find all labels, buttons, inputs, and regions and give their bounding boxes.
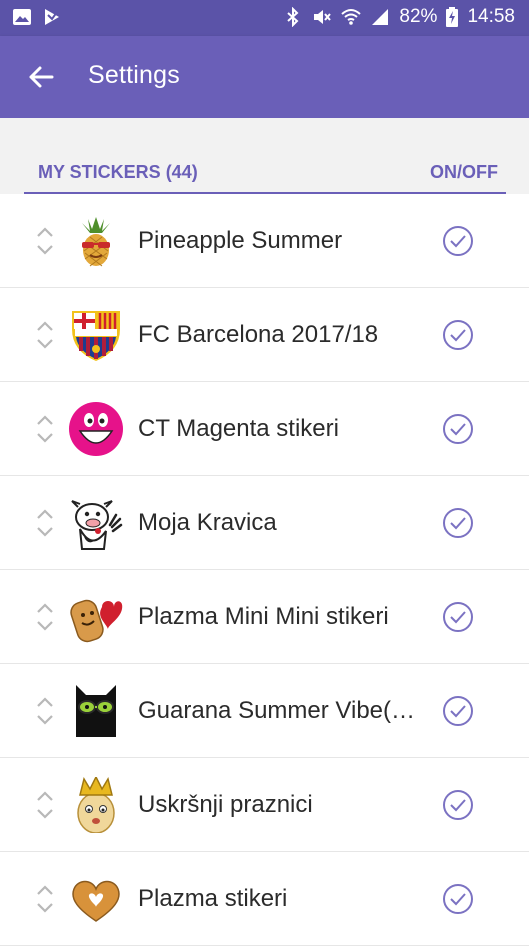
section-header-area: MY STICKERS (44) ON/OFF: [0, 118, 529, 194]
sticker-row[interactable]: FC Barcelona 2017/18: [0, 288, 529, 382]
drag-handle-icon[interactable]: [34, 882, 56, 916]
app-bar: Settings: [0, 36, 529, 118]
bluetooth-icon: [287, 7, 299, 27]
check-circle-icon[interactable]: [442, 319, 474, 351]
on-off-header: ON/OFF: [430, 162, 498, 182]
section-header: MY STICKERS (44) ON/OFF: [24, 158, 506, 194]
drag-handle-icon[interactable]: [34, 506, 56, 540]
sticker-name: Guarana Summer Vibe(…: [138, 697, 416, 724]
sticker-name: Moja Kravica: [138, 509, 277, 536]
sticker-name: Plazma stikeri: [138, 885, 288, 912]
cow-sticker: [71, 500, 123, 550]
sticker-name: Plazma Mini Mini stikeri: [138, 603, 389, 630]
check-circle-icon[interactable]: [442, 225, 474, 257]
pineapple-sticker: [82, 217, 110, 267]
clock: 14:58: [467, 6, 515, 27]
page-title: Settings: [88, 61, 180, 89]
drag-handle-icon[interactable]: [34, 788, 56, 822]
magenta-smiley-sticker: [69, 402, 123, 456]
sticker-name: CT Magenta stikeri: [138, 415, 339, 442]
sticker-row[interactable]: Plazma Mini Mini stikeri: [0, 570, 529, 664]
black-cat-sunglasses-sticker: [76, 685, 116, 737]
signal-icon: [372, 9, 389, 25]
check-circle-icon[interactable]: [442, 601, 474, 633]
egg-crown-sticker: [77, 777, 115, 833]
battery-percent: 82%: [399, 6, 438, 27]
image-icon: [13, 9, 31, 25]
check-circle-icon[interactable]: [442, 695, 474, 727]
sticker-row[interactable]: Uskršnji praznici: [0, 758, 529, 852]
sticker-row[interactable]: Pineapple Summer: [0, 194, 529, 288]
sticker-name: FC Barcelona 2017/18: [138, 321, 379, 348]
sticker-name: Uskršnji praznici: [138, 791, 313, 818]
drag-handle-icon[interactable]: [34, 412, 56, 446]
check-circle-icon[interactable]: [442, 883, 474, 915]
mute-icon: [314, 10, 332, 24]
plazma-biscuit-sticker: [70, 599, 123, 643]
sticker-row[interactable]: CT Magenta stikeri: [0, 382, 529, 476]
check-circle-icon[interactable]: [442, 413, 474, 445]
section-title: MY STICKERS (44): [38, 162, 198, 182]
wifi-icon: [341, 9, 362, 25]
sticker-list: Pineapple Summer FC Barcelona 2017/18 CT…: [0, 194, 529, 946]
sticker-row[interactable]: Plazma stikeri: [0, 852, 529, 946]
biscuit-heart-sticker: [72, 880, 120, 922]
drag-handle-icon[interactable]: [34, 224, 56, 258]
status-bar: 82% 14:58: [0, 0, 529, 36]
drag-handle-icon[interactable]: [34, 318, 56, 352]
battery-charging-icon: [446, 7, 459, 27]
download-icon: [45, 9, 59, 25]
check-circle-icon[interactable]: [442, 789, 474, 821]
drag-handle-icon[interactable]: [34, 600, 56, 634]
sticker-row[interactable]: Guarana Summer Vibe(…: [0, 664, 529, 758]
fc-barcelona-crest: [72, 311, 120, 361]
check-circle-icon[interactable]: [442, 507, 474, 539]
arrow-back-icon[interactable]: [22, 58, 60, 96]
sticker-name: Pineapple Summer: [138, 227, 343, 254]
sticker-row[interactable]: Moja Kravica: [0, 476, 529, 570]
drag-handle-icon[interactable]: [34, 694, 56, 728]
